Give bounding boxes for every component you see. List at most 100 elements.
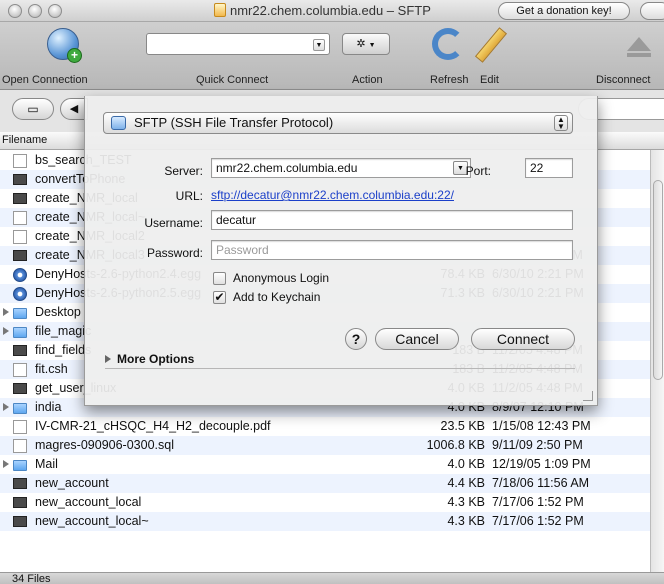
file-row[interactable]: IV-CMR-21_cHSQC_H4_H2_decouple.pdf 23.5 K…: [0, 417, 650, 436]
terminal-icon: [13, 478, 27, 489]
refresh-label[interactable]: Refresh: [430, 74, 469, 86]
open-connection-sheet: SFTP (SSH File Transfer Protocol) ▲ ▼ Ser…: [84, 96, 598, 406]
status-bar: 34 Files: [0, 572, 664, 584]
protocol-value: SFTP (SSH File Transfer Protocol): [134, 115, 334, 130]
file-modified-date: 1/15/08 12:43 PM: [492, 419, 591, 433]
document-icon: [13, 363, 27, 377]
file-name: india: [35, 400, 62, 414]
package-icon: [13, 287, 27, 301]
add-to-keychain-checkbox[interactable]: ✔: [213, 291, 226, 304]
file-row[interactable]: new_account 4.4 KB 7/18/06 11:56 AM: [0, 474, 650, 493]
file-name: new_account_local~: [35, 514, 149, 528]
file-size: 4.0 KB: [447, 457, 485, 471]
disclosure-triangle-icon[interactable]: [3, 460, 9, 468]
help-button[interactable]: ?: [345, 328, 367, 350]
file-row[interactable]: new_account_local~ 4.3 KB 7/17/06 1:52 PM: [0, 512, 650, 531]
gear-icon: ✲: [356, 38, 366, 50]
edit-label[interactable]: Edit: [480, 74, 499, 86]
resize-grip[interactable]: [583, 391, 593, 401]
document-icon: [13, 154, 27, 168]
close-window-button[interactable]: [8, 4, 22, 18]
bookmarks-button[interactable]: ▭: [12, 98, 54, 120]
chevron-down-icon: ▼: [368, 42, 376, 49]
document-icon: [13, 211, 27, 225]
terminal-icon: [13, 250, 27, 261]
file-modified-date: 7/17/06 1:52 PM: [492, 514, 584, 528]
terminal-icon: [13, 174, 27, 185]
donation-button[interactable]: Get a donation key!: [498, 2, 630, 20]
url-label: URL:: [175, 189, 203, 203]
file-name: IV-CMR-21_cHSQC_H4_H2_decouple.pdf: [35, 419, 271, 433]
file-name: file_magic: [35, 324, 92, 338]
port-label: Port:: [465, 164, 491, 178]
document-icon: [13, 439, 27, 453]
connect-button[interactable]: Connect: [471, 328, 575, 350]
quick-connect-field[interactable]: ▼: [146, 33, 330, 55]
file-name: find_fields: [35, 343, 92, 357]
cancel-button[interactable]: Cancel: [375, 328, 459, 350]
file-size: 4.4 KB: [447, 476, 485, 490]
file-name: magres-090906-0300.sql: [35, 438, 174, 452]
more-options-label: More Options: [117, 352, 195, 366]
minimize-window-button[interactable]: [28, 4, 42, 18]
disconnect-label[interactable]: Disconnect: [596, 74, 650, 86]
scrollbar-thumb[interactable]: [653, 180, 663, 380]
password-label: Password:: [146, 246, 203, 260]
file-name: new_account: [35, 476, 109, 490]
file-size: 4.3 KB: [447, 514, 485, 528]
toolbar-toggle-button[interactable]: [640, 2, 664, 20]
file-size: 23.5 KB: [440, 419, 485, 433]
file-name: new_account_local: [35, 495, 142, 509]
port-input[interactable]: [530, 159, 572, 177]
file-name: Mail: [35, 457, 58, 471]
disclosure-triangle-icon[interactable]: [3, 308, 9, 316]
file-modified-date: 12/19/05 1:09 PM: [492, 457, 591, 471]
username-field[interactable]: [211, 210, 573, 230]
folder-icon: [13, 460, 27, 471]
refresh-icon[interactable]: [432, 28, 464, 60]
separator: [105, 368, 575, 369]
title-bar: nmr22.chem.columbia.edu – SFTP Get a don…: [0, 0, 664, 22]
url-link[interactable]: sftp://decatur@nmr22.chem.columbia.edu:2…: [211, 188, 454, 202]
file-count: 34 Files: [12, 573, 51, 584]
toolbar: + Open Connection ▼ Quick Connect ✲ ▼ Ac…: [0, 22, 664, 90]
username-input[interactable]: [216, 211, 572, 229]
anonymous-login-label[interactable]: Anonymous Login: [233, 271, 329, 285]
file-size: 1006.8 KB: [426, 438, 485, 452]
eject-bar: [627, 53, 651, 57]
open-connection-label[interactable]: Open Connection: [2, 74, 88, 86]
zoom-window-button[interactable]: [48, 4, 62, 18]
terminal-icon: [13, 383, 27, 394]
disclosure-triangle-icon[interactable]: [3, 327, 9, 335]
file-name: fit.csh: [35, 362, 68, 376]
more-options-disclosure[interactable]: More Options: [105, 352, 194, 366]
chevron-down-icon[interactable]: ▼: [313, 39, 325, 51]
pdf-icon: [13, 420, 27, 434]
terminal-icon: [13, 345, 27, 356]
lock-icon: [111, 116, 126, 130]
disclosure-triangle-icon[interactable]: [3, 403, 9, 411]
add-to-keychain-label[interactable]: Add to Keychain: [233, 290, 320, 304]
port-field[interactable]: [525, 158, 573, 178]
terminal-icon: [13, 193, 27, 204]
terminal-icon: [13, 497, 27, 508]
anonymous-login-checkbox[interactable]: [213, 272, 226, 285]
password-input[interactable]: [216, 241, 572, 259]
package-icon: [13, 268, 27, 282]
folder-icon: [13, 308, 27, 319]
window-title: nmr22.chem.columbia.edu – SFTP: [214, 3, 431, 18]
file-row[interactable]: Mail 4.0 KB 12/19/05 1:09 PM: [0, 455, 650, 474]
action-button[interactable]: ✲ ▼: [342, 33, 390, 55]
eject-icon[interactable]: [627, 37, 651, 51]
pencil-icon[interactable]: [474, 27, 508, 63]
folder-icon: [13, 403, 27, 414]
file-row[interactable]: new_account_local 4.3 KB 7/17/06 1:52 PM: [0, 493, 650, 512]
password-field[interactable]: [211, 240, 573, 260]
file-row[interactable]: magres-090906-0300.sql 1006.8 KB 9/11/09 2…: [0, 436, 650, 455]
vertical-scrollbar[interactable]: [650, 150, 664, 572]
globe-icon[interactable]: +: [47, 28, 82, 63]
document-icon: [214, 3, 226, 17]
server-label: Server:: [164, 164, 203, 178]
checkmark-icon: ✔: [214, 290, 225, 304]
protocol-select[interactable]: SFTP (SSH File Transfer Protocol) ▲ ▼: [103, 112, 573, 134]
